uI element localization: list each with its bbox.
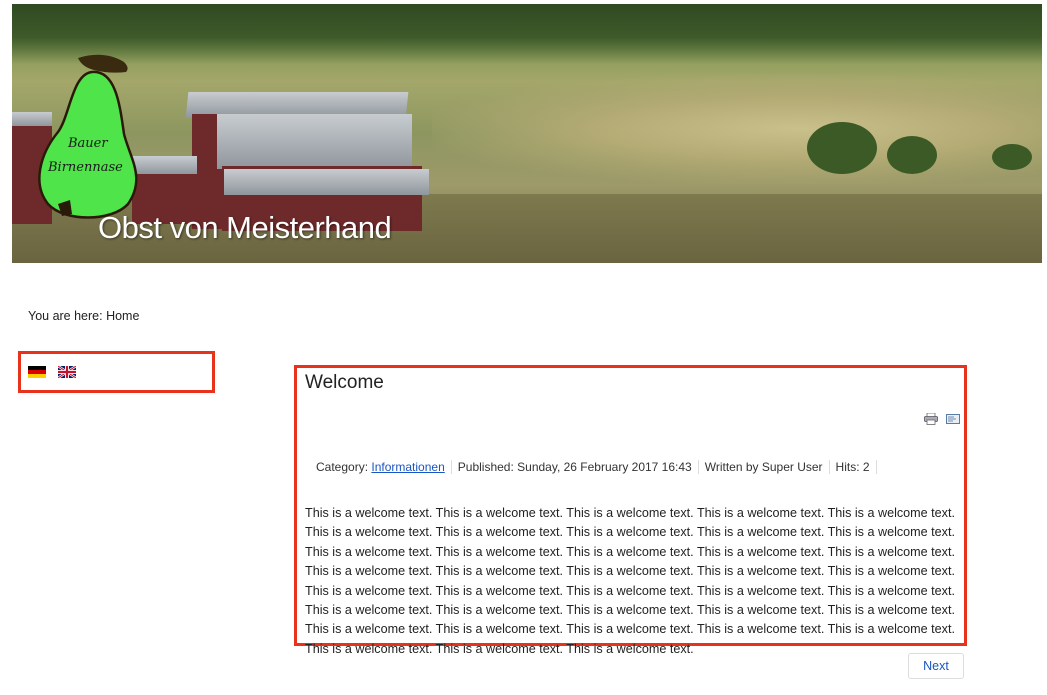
article-body: This is a welcome text. This is a welcom… [305,506,955,656]
article-hits: Hits: 2 [830,460,877,474]
barn-roof [224,169,429,195]
article-info: Category: Informationen Published: Sunda… [316,460,877,474]
uk-flag-icon[interactable] [58,366,76,378]
barn-roof [217,114,412,169]
breadcrumb: You are here: Home [28,309,140,323]
article: Welcome Category: Informationen Publishe… [294,365,967,656]
category-label: Category: [316,460,369,474]
published-date: Published: Sunday, 26 February 2017 16:4… [452,460,699,474]
article-author: Written by Super User [699,460,830,474]
language-switcher [18,351,215,393]
article-tools [920,413,960,431]
category-link[interactable]: Informationen [371,460,444,474]
next-button[interactable]: Next [908,653,964,679]
german-flag-icon[interactable] [28,366,46,378]
email-icon[interactable] [946,413,960,425]
site-title: Obst von Meisterhand [98,210,392,245]
sunlit-field [432,74,1042,184]
logo-text-line2: Birnennase [48,160,123,175]
article-category: Category: Informationen [316,460,452,474]
bush [887,136,937,174]
bush [992,144,1032,170]
article-title: Welcome [305,372,384,393]
pear-logo: Bauer Birnennase [34,54,144,219]
print-icon[interactable] [923,413,938,425]
header-banner: Bauer Birnennase Obst von Meisterhand [12,4,1042,263]
logo-text-line1: Bauer [68,136,108,151]
bush [807,122,877,174]
tree-line [12,4,1042,64]
